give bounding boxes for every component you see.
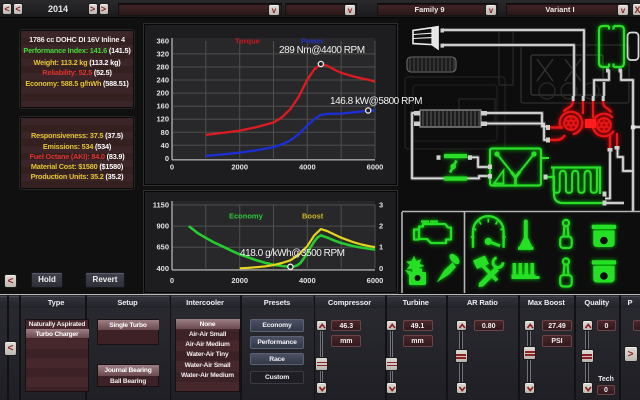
svg-text:6000: 6000: [367, 276, 384, 285]
svg-text:160: 160: [156, 102, 169, 111]
svg-text:3: 3: [379, 201, 383, 210]
svg-text:1150: 1150: [153, 201, 169, 210]
svg-text:1: 1: [379, 243, 383, 252]
svg-text:200: 200: [156, 89, 169, 98]
svg-text:6000: 6000: [367, 163, 384, 172]
svg-text:Boost: Boost: [302, 212, 324, 221]
svg-text:0: 0: [170, 163, 174, 172]
svg-text:2000: 2000: [231, 276, 248, 285]
svg-text:650: 650: [156, 243, 169, 252]
svg-text:2: 2: [379, 222, 383, 231]
svg-text:0: 0: [165, 154, 169, 163]
svg-text:80: 80: [161, 128, 169, 137]
svg-text:2000: 2000: [231, 163, 248, 172]
svg-text:360: 360: [156, 36, 169, 45]
svg-text:320: 320: [156, 49, 169, 58]
svg-text:Torque: Torque: [235, 37, 260, 46]
svg-text:0: 0: [379, 264, 383, 273]
svg-text:120: 120: [156, 115, 169, 124]
svg-text:280: 280: [156, 63, 169, 72]
svg-text:4000: 4000: [299, 163, 316, 172]
svg-text:Economy: Economy: [229, 212, 264, 221]
svg-text:4000: 4000: [299, 276, 316, 285]
svg-text:0: 0: [170, 276, 174, 285]
svg-text:900: 900: [156, 222, 169, 231]
svg-text:40: 40: [161, 141, 169, 150]
svg-text:240: 240: [156, 76, 169, 85]
svg-text:400: 400: [156, 264, 169, 273]
